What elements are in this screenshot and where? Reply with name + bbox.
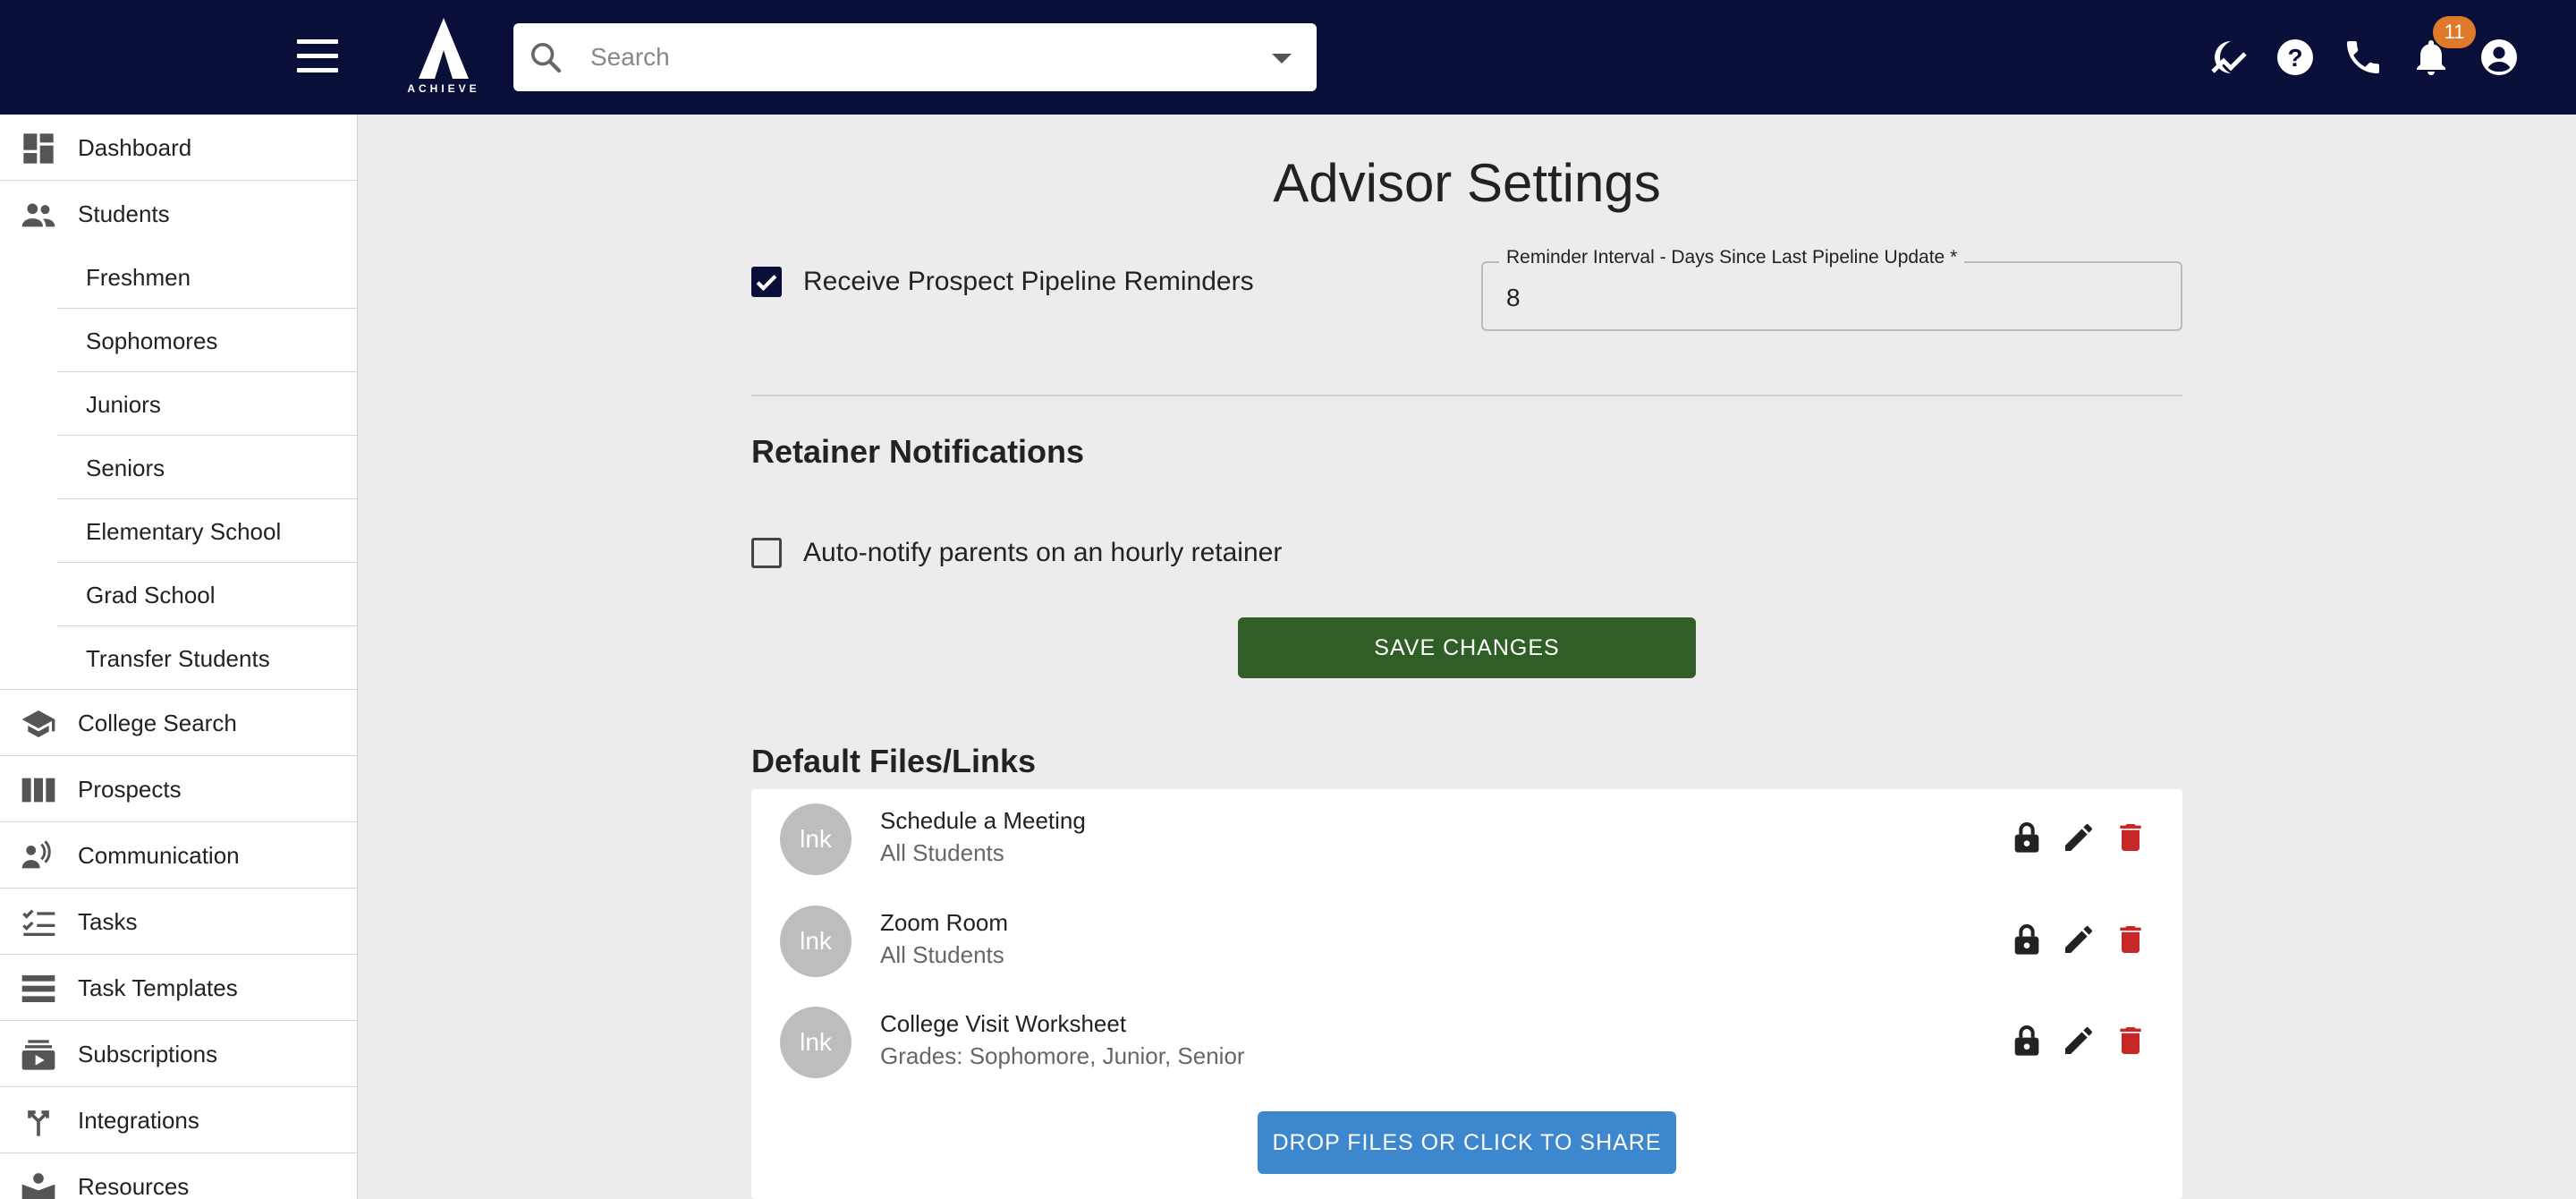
sidebar-item-label: Task Templates [78,974,238,1001]
file-title: Zoom Room [880,909,1009,936]
list-item[interactable]: lnk Schedule a Meeting All Students [751,789,2182,882]
sidebar-subitem-transfer-students[interactable]: Transfer Students [0,626,358,690]
sidebar-item-label: Resources [78,1173,190,1199]
sidebar-item-label: Tasks [78,908,138,935]
file-subtitle: All Students [880,941,1004,968]
sidebar-subitem-label: Sophomores [86,327,218,354]
search-icon [531,43,562,73]
sidebar-item-task-templates[interactable]: Task Templates [0,955,358,1021]
sidebar-item-label: Integrations [78,1107,199,1134]
edit-icon[interactable] [2061,818,2097,857]
sidebar-subitem-label: Transfer Students [86,645,270,672]
avatar: lnk [780,906,852,977]
sidebar-subitem-label: Seniors [86,455,165,481]
auto-notify-parents-checkbox[interactable] [751,538,782,568]
menu-icon[interactable] [297,39,338,73]
edit-icon[interactable] [2061,1021,2097,1060]
save-changes-button[interactable]: SAVE CHANGES [1238,617,1696,678]
logo-mark [419,18,469,79]
file-title: College Visit Worksheet [880,1010,1127,1037]
avatar: lnk [780,1007,852,1078]
reminder-interval-label: Reminder Interval - Days Since Last Pipe… [1499,247,1965,268]
school-icon [21,710,55,737]
sidebar-item-integrations[interactable]: Integrations [0,1087,358,1153]
columns-icon [21,778,55,803]
sidebar-item-label: Prospects [78,776,182,803]
account-icon[interactable] [2478,36,2521,79]
help-icon[interactable]: ? [2274,36,2317,79]
list-icon [21,975,55,1002]
sidebar-subitem-freshmen[interactable]: Freshmen [57,245,358,309]
phone-icon[interactable] [2342,36,2385,79]
reminder-interval-input[interactable] [1506,281,2132,315]
sidebar-subitem-elementary-school[interactable]: Elementary School [57,499,358,563]
auto-notify-parents-label: Auto-notify parents on an hourly retaine… [803,538,1283,567]
delete-icon[interactable] [2113,920,2148,959]
people-icon [21,203,55,227]
sidebar-subitem-label: Juniors [86,391,161,418]
logo-text: ACHIEVE [407,82,480,95]
sidebar-item-tasks[interactable]: Tasks [0,889,358,955]
sidebar-subitem-label: Grad School [86,582,216,608]
lock-icon[interactable] [2009,818,2045,857]
file-subtitle: Grades: Sophomore, Junior, Senior [880,1042,1245,1069]
default-files-heading: Default Files/Links [751,743,1037,779]
sidebar: Dashboard Students Freshmen Sophomores J… [0,115,358,1199]
avatar: lnk [780,804,852,875]
reminder-interval-field[interactable] [1481,261,2182,331]
notification-badge: 11 [2433,16,2476,48]
sidebar-subitem-label: Freshmen [86,264,191,291]
sidebar-subitem-sophomores[interactable]: Sophomores [57,309,358,372]
logo[interactable]: ACHIEVE [399,16,488,98]
file-title: Schedule a Meeting [880,807,1086,834]
delete-icon[interactable] [2113,1021,2148,1060]
dark-mode-icon[interactable] [2207,36,2250,79]
edit-icon[interactable] [2061,920,2097,959]
search-input[interactable] [590,36,1216,79]
search-box[interactable] [513,23,1317,91]
sidebar-subitem-seniors[interactable]: Seniors [57,436,358,499]
pipeline-reminders-label: Receive Prospect Pipeline Reminders [803,267,1254,296]
sidebar-subitem-juniors[interactable]: Juniors [57,372,358,436]
retainer-notifications-heading: Retainer Notifications [751,433,1085,470]
subscriptions-icon [21,1040,55,1070]
sidebar-item-prospects[interactable]: Prospects [0,756,358,822]
delete-icon[interactable] [2113,818,2148,857]
svg-text:?: ? [2287,44,2302,72]
sidebar-item-label: Dashboard [78,134,192,161]
check-icon [756,275,777,292]
sidebar-item-subscriptions[interactable]: Subscriptions [0,1021,358,1087]
sidebar-item-resources[interactable]: Resources [0,1153,358,1199]
sidebar-item-label: Communication [78,842,240,869]
section-divider [751,395,2182,396]
sidebar-subitem-grad-school[interactable]: Grad School [57,563,358,626]
sidebar-subitem-label: Elementary School [86,518,282,545]
chevron-down-icon[interactable] [1272,54,1292,64]
sidebar-item-communication[interactable]: Communication [0,822,358,889]
resources-icon [21,1173,55,1199]
lock-icon[interactable] [2009,920,2045,959]
sidebar-item-label: College Search [78,710,237,736]
sidebar-item-label: Students [78,200,170,227]
top-app-bar: ACHIEVE ? 11 [0,0,2576,115]
lock-icon[interactable] [2009,1021,2045,1060]
list-item[interactable]: lnk Zoom Room All Students [751,891,2182,984]
file-subtitle: All Students [880,839,1004,866]
dashboard-icon [23,133,54,164]
merge-icon [28,1110,49,1136]
communication-icon [21,840,51,869]
list-item[interactable]: lnk College Visit Worksheet Grades: Soph… [751,992,2182,1085]
sidebar-item-dashboard[interactable]: Dashboard [0,115,358,181]
checklist-icon [22,909,55,936]
sidebar-item-college-search[interactable]: College Search [0,690,358,756]
drop-files-button[interactable]: DROP FILES OR CLICK TO SHARE [1258,1111,1676,1174]
sidebar-item-label: Subscriptions [78,1041,218,1067]
sidebar-item-students[interactable]: Students [0,181,358,247]
pipeline-reminders-checkbox[interactable] [751,267,782,297]
page-title: Advisor Settings [1273,153,1661,213]
